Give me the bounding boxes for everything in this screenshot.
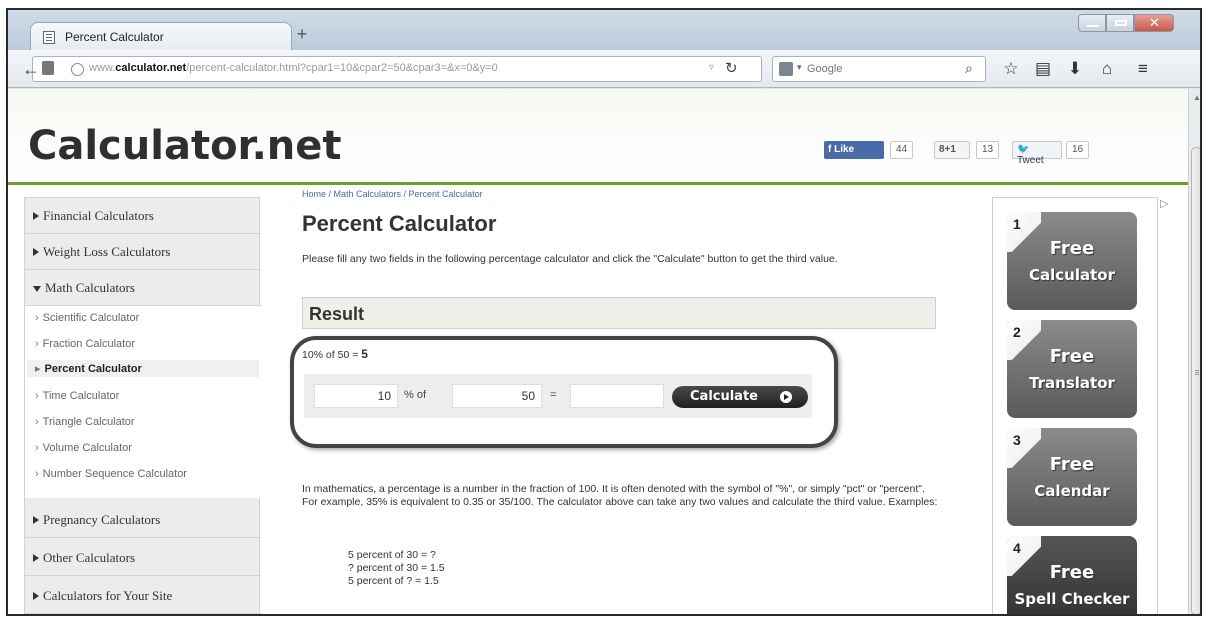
result-heading: Result — [302, 297, 936, 329]
ad-free-calendar[interactable]: 3 Free Calendar — [1007, 428, 1137, 526]
example-item: 5 percent of 30 = ? — [348, 549, 436, 561]
gplus-button[interactable]: 8+1 — [934, 141, 970, 159]
sidebar-item-math[interactable]: Math Calculators — [25, 270, 261, 306]
ad-free-calculator[interactable]: 1 Free Calculator — [1007, 212, 1137, 310]
scroll-up-icon[interactable]: ▲ — [1193, 93, 1200, 102]
tab-percent-calculator[interactable]: Percent Calculator — [30, 22, 292, 52]
new-tab-button[interactable]: + — [292, 24, 312, 45]
sidebar-item-number-sequence[interactable]: › Number Sequence Calculator — [35, 468, 187, 480]
sidebar-item-for-your-site[interactable]: Calculators for Your Site — [25, 578, 261, 614]
sidebar-item-weight-loss[interactable]: Weight Loss Calculators — [25, 234, 261, 270]
search-icon[interactable]: ⌕ — [965, 60, 973, 77]
arrow-icon — [780, 391, 792, 403]
close-button[interactable]: ✕ — [1134, 14, 1174, 32]
math-submenu: › Scientific Calculator › Fraction Calcula… — [25, 306, 261, 498]
browser-window: Percent Calculator + ✕ www.calculator.ne… — [6, 8, 1202, 616]
page-scrollbar[interactable]: ▲ — [1188, 89, 1200, 614]
sidebar-item-fraction[interactable]: › Fraction Calculator — [35, 338, 135, 350]
equals-label: = — [550, 389, 557, 401]
expand-icon — [33, 516, 39, 524]
maximize-icon — [1115, 20, 1127, 26]
result-line: 10% of 50 = 5 — [302, 347, 368, 361]
ad-free-translator[interactable]: 2 Free Translator — [1007, 320, 1137, 418]
engine-dropdown-icon[interactable]: ▾ — [797, 62, 802, 73]
minimize-icon — [1087, 25, 1099, 27]
expand-icon — [33, 554, 39, 562]
like-count: 44 — [890, 141, 914, 159]
address-bar[interactable]: www.calculator.net/percent-calculator.ht… — [32, 56, 762, 82]
breadcrumb[interactable]: Home / Math Calculators / Percent Calcul… — [302, 189, 483, 199]
site-header: Calculator.net f Like 44 8+1 13 🐦 Tweet … — [8, 89, 1188, 185]
globe-icon — [71, 63, 84, 76]
page-icon — [43, 31, 55, 44]
percent-of-label: % of — [404, 389, 427, 401]
explanation-text: In mathematics, a percentage is a number… — [302, 483, 938, 508]
facebook-like-button[interactable]: f Like — [824, 141, 884, 159]
collapse-icon — [33, 286, 41, 292]
sidebar-item-triangle[interactable]: › Triangle Calculator — [35, 416, 135, 428]
sidebar-item-percent[interactable]: ▸ Percent Calculator — [27, 360, 259, 377]
result-value: 5 — [361, 347, 368, 361]
search-bar[interactable]: ▾ ⌕ — [772, 56, 986, 82]
site-logo[interactable]: Calculator.net — [28, 123, 342, 169]
tab-strip: Percent Calculator + ✕ — [8, 10, 1200, 52]
sidebar-item-financial[interactable]: Financial Calculators — [25, 198, 261, 234]
expand-icon — [33, 212, 39, 220]
percent-input[interactable]: 10 — [314, 384, 398, 408]
result-input[interactable] — [570, 384, 664, 408]
reload-icon[interactable]: ↻ — [725, 59, 738, 77]
adchoices-icon[interactable]: ▷ — [1160, 197, 1168, 210]
ad-free-spell-checker[interactable]: 4 Free Spell Checker — [1007, 536, 1137, 614]
sidebar-item-volume[interactable]: › Volume Calculator — [35, 442, 132, 454]
intro-text: Please fill any two fields in the follow… — [302, 253, 838, 265]
sidebar-item-time[interactable]: › Time Calculator — [35, 390, 119, 402]
percent-form: 10 % of 50 = Calculate — [304, 374, 812, 418]
tweet-button[interactable]: 🐦 Tweet — [1012, 141, 1062, 166]
close-icon: ✕ — [1149, 15, 1160, 30]
download-icon[interactable]: ⬇ — [1064, 58, 1086, 80]
expand-icon — [33, 248, 39, 256]
example-item: 5 percent of ? = 1.5 — [348, 575, 439, 587]
base-input[interactable]: 50 — [452, 384, 542, 408]
tweet-count: 16 — [1066, 141, 1090, 159]
menu-icon[interactable]: ≡ — [1132, 58, 1154, 80]
search-engine-icon[interactable] — [779, 62, 793, 76]
scrollbar-thumb[interactable] — [1191, 147, 1200, 614]
tab-title: Percent Calculator — [65, 30, 164, 44]
calculate-button[interactable]: Calculate — [672, 386, 808, 408]
sidebar-item-other[interactable]: Other Calculators — [25, 540, 261, 576]
maximize-button[interactable] — [1106, 14, 1134, 32]
history-dropdown-icon[interactable]: ▿ — [709, 62, 714, 73]
url-text: www.calculator.net/percent-calculator.ht… — [89, 62, 498, 74]
sidebar: Financial Calculators Weight Loss Calcul… — [24, 197, 261, 614]
expand-icon — [33, 592, 39, 600]
sidebar-item-pregnancy[interactable]: Pregnancy Calculators — [25, 502, 261, 538]
nav-bar: www.calculator.net/percent-calculator.ht… — [8, 50, 1200, 88]
sidebar-item-scientific[interactable]: › Scientific Calculator — [35, 312, 139, 324]
examples-list: 5 percent of 30 = ? ? percent of 30 = 1.… — [348, 549, 445, 588]
identity-icon[interactable] — [42, 61, 54, 75]
web-page: Calculator.net f Like 44 8+1 13 🐦 Tweet … — [8, 89, 1188, 614]
ad-column: 1 Free Calculator 2 Free Translator 3 Free… — [992, 197, 1158, 614]
home-icon[interactable]: ⌂ — [1096, 58, 1118, 80]
search-input[interactable] — [807, 61, 957, 77]
example-item: ? percent of 30 = 1.5 — [348, 562, 445, 574]
clipboard-icon[interactable]: ▤ — [1032, 58, 1054, 80]
bookmark-star-icon[interactable]: ☆ — [1000, 58, 1022, 80]
gplus-count: 13 — [976, 141, 1000, 159]
back-icon[interactable]: ← — [20, 58, 42, 80]
minimize-button[interactable] — [1078, 14, 1106, 32]
page-title: Percent Calculator — [302, 211, 497, 236]
